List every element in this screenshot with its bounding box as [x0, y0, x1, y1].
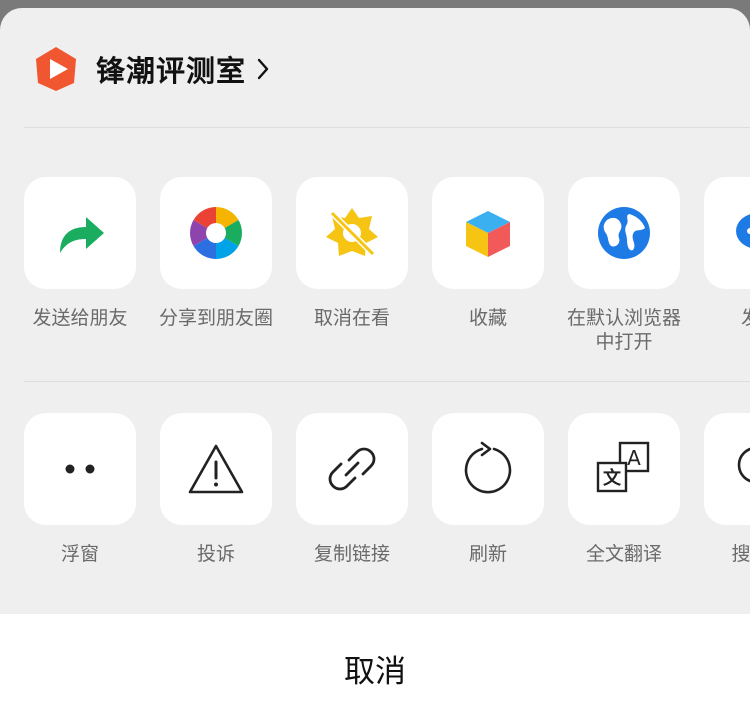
favorite-button[interactable]: 收藏 — [432, 177, 544, 330]
warning-triangle-icon — [188, 444, 244, 494]
tile — [704, 413, 750, 525]
tile — [160, 413, 272, 525]
unlike-wow-icon — [326, 208, 378, 257]
refresh-icon — [464, 441, 512, 494]
send-to-wecom-button[interactable]: 发送 企 — [704, 177, 750, 354]
svg-text:文: 文 — [603, 467, 622, 489]
favorite-label: 收藏 — [468, 307, 507, 329]
tile — [24, 177, 136, 289]
tile: A 文 — [568, 413, 680, 525]
copy-link-button[interactable]: 复制链接 — [296, 413, 408, 566]
tile — [432, 177, 544, 289]
tile — [704, 177, 750, 289]
svg-text:A: A — [627, 446, 641, 470]
copy-link-label: 复制链接 — [313, 543, 390, 565]
report-button[interactable]: 投诉 — [160, 413, 272, 566]
favorites-cube-icon — [466, 211, 510, 257]
search-icon — [737, 447, 750, 483]
tile — [432, 413, 544, 525]
translate-icon: A 文 — [596, 441, 650, 493]
header-divider — [24, 127, 750, 128]
cancel-wow-button[interactable]: 取消在看 — [296, 177, 408, 330]
wecom-icon — [736, 214, 750, 248]
send-to-wecom-label: 发送 企 — [685, 306, 750, 354]
report-label: 投诉 — [196, 543, 235, 565]
refresh-label: 刷新 — [468, 543, 507, 565]
search-page-button[interactable]: 搜索页 — [704, 413, 750, 566]
tile — [296, 413, 408, 525]
search-page-label: 搜索页 — [731, 543, 750, 565]
account-name: 锋潮评测室 — [96, 54, 247, 88]
tile — [24, 413, 136, 525]
chevron-right-icon — [257, 58, 269, 80]
translate-button[interactable]: A 文 全文翻译 — [568, 413, 680, 566]
cancel-label: 取消 — [344, 654, 406, 690]
open-in-browser-button[interactable]: 在默认浏览器 中打开 — [567, 177, 681, 354]
moments-aperture-icon — [190, 207, 242, 259]
share-to-moments-label: 分享到朋友圈 — [158, 307, 273, 329]
send-to-friend-button[interactable]: 发送给朋友 — [24, 177, 136, 330]
share-to-moments-button[interactable]: 分享到朋友圈 — [159, 177, 273, 330]
send-to-friend-label: 发送给朋友 — [32, 307, 128, 329]
floating-window-label: 浮窗 — [60, 543, 99, 565]
tile — [296, 177, 408, 289]
cancel-wow-label: 取消在看 — [313, 307, 390, 329]
action-sheet: 锋潮评测室 发送给朋友 分享到朋友圈 取消在看 收藏 在默认浏览器 中打开 浮窗… — [0, 8, 750, 727]
tile — [568, 177, 680, 289]
floating-window-button[interactable]: 浮窗 — [24, 413, 136, 566]
account-header[interactable]: 锋潮评测室 — [32, 44, 270, 94]
cancel-button[interactable]: 取消 — [0, 614, 750, 727]
open-in-browser-label: 在默认浏览器 中打开 — [566, 307, 681, 353]
browser-globe-icon — [598, 207, 650, 259]
forward-arrow-icon — [60, 217, 104, 253]
tile — [160, 177, 272, 289]
refresh-button[interactable]: 刷新 — [432, 413, 544, 566]
link-icon — [328, 447, 376, 491]
play-logo-icon — [36, 47, 76, 91]
translate-label: 全文翻译 — [585, 543, 662, 565]
floating-window-dots-icon — [65, 464, 95, 474]
rows-divider — [24, 381, 750, 382]
